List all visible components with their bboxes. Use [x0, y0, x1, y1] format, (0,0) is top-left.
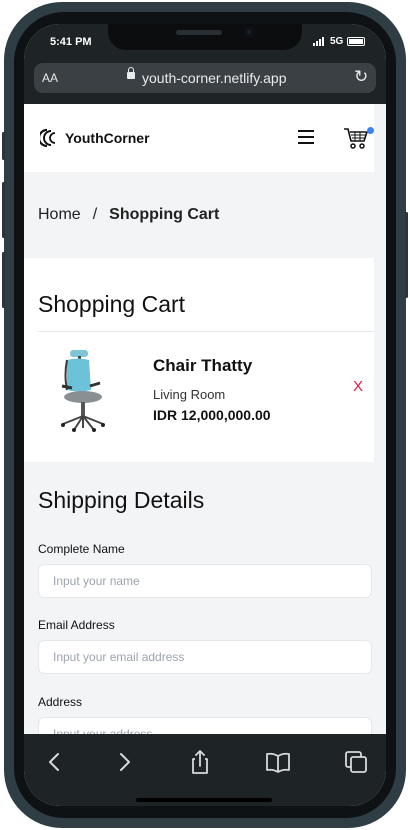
lock-icon	[127, 67, 135, 79]
product-category: Living Room	[153, 387, 226, 402]
site-header: YouthCorner	[24, 104, 374, 172]
cart-section: Shopping Cart Chair Thatty Living Room I…	[24, 258, 374, 462]
cart-icon[interactable]	[343, 126, 369, 150]
share-icon[interactable]	[186, 748, 214, 776]
power-button	[405, 212, 408, 298]
book-icon[interactable]	[264, 748, 292, 776]
chevron-left-icon[interactable]	[40, 748, 68, 776]
cart-title: Shopping Cart	[38, 291, 186, 317]
signal-icon	[313, 37, 324, 46]
chair-image	[61, 350, 105, 432]
name-label: Complete Name	[38, 542, 125, 556]
status-bar: 5:41 PM 5G	[24, 24, 386, 60]
name-input[interactable]	[38, 564, 372, 598]
brand-logo[interactable]: YouthCorner	[40, 128, 150, 148]
cart-badge	[367, 127, 374, 134]
shipping-title: Shipping Details	[38, 487, 205, 513]
network-type: 5G	[330, 36, 344, 47]
tabs-icon[interactable]	[342, 748, 370, 776]
breadcrumb-home[interactable]: Home	[38, 206, 81, 223]
shipping-section: Shipping Details Complete Name Email Add…	[24, 462, 374, 734]
camera	[244, 27, 254, 37]
volume-up-button	[2, 182, 5, 238]
address-bar[interactable]: AA youth-corner.netlify.app ↻	[34, 63, 376, 93]
notch	[108, 24, 302, 50]
address-input[interactable]	[38, 717, 372, 734]
breadcrumb-current: Shopping Cart	[109, 206, 220, 223]
volume-down-button	[2, 252, 5, 308]
breadcrumb: Home / Shopping Cart	[24, 172, 374, 258]
email-input[interactable]	[38, 640, 372, 674]
text-size-button[interactable]: AA	[42, 71, 58, 85]
logo-icon	[40, 128, 56, 148]
status-time: 5:41 PM	[50, 36, 92, 48]
address-label: Address	[38, 695, 83, 709]
product-name[interactable]: Chair Thatty	[153, 356, 252, 376]
page-edge	[374, 104, 386, 734]
url-text[interactable]: youth-corner.netlify.app	[142, 70, 287, 86]
reload-icon[interactable]: ↻	[354, 67, 368, 87]
email-label: Email Address	[38, 618, 115, 632]
mute-switch	[2, 132, 5, 160]
chevron-right-icon[interactable]	[111, 748, 139, 776]
web-page: YouthCorner Home / Shopping Cart Shopping …	[24, 104, 386, 734]
home-indicator[interactable]	[136, 798, 272, 802]
speaker	[176, 30, 222, 35]
divider	[38, 331, 374, 332]
screen: 5:41 PM 5G AA youth-corner.netlify.app ↻…	[24, 24, 386, 806]
battery-icon	[347, 37, 365, 46]
product-price: IDR 12,000,000.00	[153, 407, 271, 423]
breadcrumb-separator: /	[92, 206, 98, 223]
hamburger-icon[interactable]	[298, 130, 314, 144]
browser-bar: AA youth-corner.netlify.app ↻	[24, 60, 386, 104]
browser-toolbar	[24, 734, 386, 806]
remove-item-button[interactable]: X	[353, 378, 363, 395]
brand-name: YouthCorner	[65, 130, 150, 146]
